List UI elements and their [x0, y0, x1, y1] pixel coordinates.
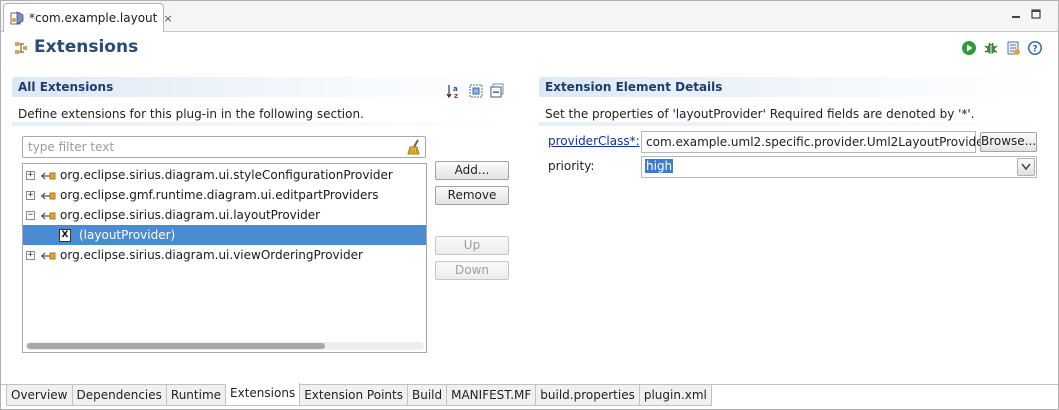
- maximize-icon[interactable]: [1031, 9, 1041, 22]
- tab-extension-points[interactable]: Extension Points: [300, 384, 408, 406]
- tab-plugin-xml[interactable]: plugin.xml: [639, 384, 712, 406]
- editor-tab-title: *com.example.layout: [29, 11, 158, 25]
- minimize-icon[interactable]: [1011, 9, 1021, 22]
- section-divider: [539, 122, 1047, 126]
- broom-icon[interactable]: [406, 139, 422, 155]
- tab-dependencies[interactable]: Dependencies: [72, 384, 167, 406]
- priority-label: priority:: [548, 159, 595, 173]
- tree-item-extension[interactable]: − org.eclipse.sirius.diagram.ui.layoutPr…: [23, 205, 426, 225]
- tree-item-label: org.eclipse.gmf.runtime.diagram.ui.editp…: [60, 188, 379, 202]
- help-icon[interactable]: ?: [1027, 40, 1043, 56]
- filter-input[interactable]: type filter text: [22, 136, 426, 158]
- tree-item-label: org.eclipse.sirius.diagram.ui.viewOrderi…: [60, 248, 363, 262]
- tree-item-extension[interactable]: + org.eclipse.gmf.runtime.diagram.ui.edi…: [23, 185, 426, 205]
- tab-overview[interactable]: Overview: [6, 384, 73, 406]
- add-button[interactable]: Add...: [435, 161, 509, 180]
- svg-text:?: ?: [1032, 45, 1037, 55]
- tree-item-label: org.eclipse.sirius.diagram.ui.layoutProv…: [60, 208, 321, 222]
- expand-icon[interactable]: +: [26, 170, 35, 180]
- close-icon[interactable]: ×: [163, 12, 172, 25]
- extensions-tree[interactable]: + org.eclipse.sirius.diagram.ui.styleCon…: [22, 163, 427, 353]
- form-toolbar: ?: [961, 40, 1043, 56]
- chevron-down-icon[interactable]: [1017, 158, 1035, 176]
- debug-icon[interactable]: [983, 40, 999, 56]
- extensions-icon: [14, 40, 28, 54]
- all-extensions-heading[interactable]: All Extensions: [12, 77, 512, 97]
- horizontal-scrollbar[interactable]: [25, 342, 424, 350]
- tab-build-properties[interactable]: build.properties: [536, 384, 640, 406]
- tree-item-element[interactable]: X (layoutProvider): [23, 225, 426, 245]
- tree-item-label: org.eclipse.sirius.diagram.ui.styleConfi…: [60, 168, 393, 182]
- all-extensions-description: Define extensions for this plug-in in th…: [18, 107, 364, 121]
- form-title: Extensions: [14, 37, 138, 57]
- remove-button[interactable]: Remove: [435, 186, 509, 205]
- page-title: Extensions: [34, 37, 139, 57]
- priority-value: high: [645, 159, 674, 173]
- export-icon[interactable]: [1005, 40, 1021, 56]
- tab-build[interactable]: Build: [407, 384, 448, 406]
- extension-icon: [40, 170, 56, 180]
- collapse-all-icon[interactable]: [490, 83, 506, 99]
- sort-icon[interactable]: az: [446, 83, 462, 99]
- tab-extensions[interactable]: Extensions: [226, 383, 301, 406]
- browse-button[interactable]: Browse...: [980, 132, 1037, 152]
- expand-icon[interactable]: +: [26, 250, 35, 260]
- extension-icon: [40, 250, 56, 260]
- priority-select[interactable]: high: [641, 156, 1037, 178]
- svg-text:z: z: [454, 92, 458, 99]
- tree-item-extension[interactable]: + org.eclipse.sirius.diagram.ui.styleCon…: [23, 165, 426, 185]
- tree-item-label: (layoutProvider): [79, 228, 176, 242]
- scrollbar-thumb[interactable]: [27, 343, 325, 349]
- down-button[interactable]: Down: [435, 261, 509, 280]
- element-details-description: Set the properties of 'layoutProvider' R…: [545, 107, 975, 121]
- section-divider: [12, 122, 512, 126]
- run-icon[interactable]: [961, 40, 977, 56]
- editor-tab-strip: *com.example.layout ×: [0, 0, 1059, 32]
- extension-icon: [40, 210, 56, 220]
- page-tabs: Overview Dependencies Runtime Extensions…: [6, 383, 712, 406]
- tree-item-extension[interactable]: + org.eclipse.sirius.diagram.ui.viewOrde…: [23, 245, 426, 265]
- provider-class-link[interactable]: providerClass*:: [548, 134, 640, 148]
- editor-tab[interactable]: *com.example.layout ×: [3, 3, 173, 32]
- element-icon: X: [59, 228, 71, 242]
- collapse-icon[interactable]: −: [26, 210, 35, 220]
- up-button[interactable]: Up: [435, 236, 509, 255]
- provider-class-field[interactable]: com.example.uml2.specific.provider.Uml2L…: [641, 131, 989, 153]
- tab-runtime[interactable]: Runtime: [166, 384, 227, 406]
- element-details-heading[interactable]: Extension Element Details: [539, 77, 1047, 97]
- plugin-icon: [10, 11, 24, 25]
- tab-manifest[interactable]: MANIFEST.MF: [447, 384, 537, 406]
- extension-icon: [40, 190, 56, 200]
- show-content-icon[interactable]: [468, 83, 484, 99]
- expand-icon[interactable]: +: [26, 190, 35, 200]
